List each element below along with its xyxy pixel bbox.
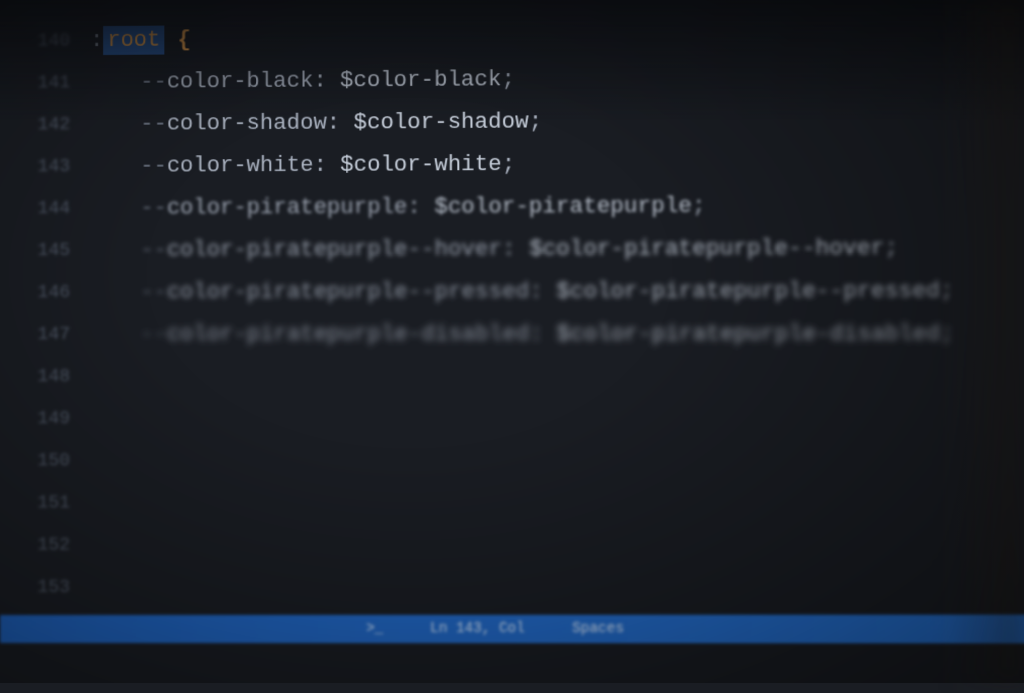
colon: : bbox=[529, 279, 556, 304]
line-number: 149 bbox=[38, 398, 70, 440]
line-number: 151 bbox=[37, 482, 70, 524]
line-number: 143 bbox=[38, 146, 70, 188]
css-var-prefix: -- bbox=[140, 111, 167, 136]
line-number: 147 bbox=[38, 314, 70, 356]
code-line-property: --color-white: $color-white; bbox=[90, 141, 1024, 188]
colon: : bbox=[407, 195, 434, 220]
code-line-property: --color-black: $color-black; bbox=[90, 55, 1024, 104]
scss-variable: $color-piratepurple-disabled bbox=[556, 322, 940, 348]
colon: : bbox=[502, 237, 529, 262]
css-var-prefix: -- bbox=[140, 154, 167, 179]
code-line-property: --color-piratepurple: $color-piratepurpl… bbox=[90, 184, 1024, 230]
scss-variable: $color-piratepurple bbox=[434, 194, 692, 220]
css-var-prefix: -- bbox=[140, 70, 167, 95]
colon: : bbox=[313, 153, 340, 178]
scss-variable: $color-black bbox=[340, 67, 501, 93]
colon: : bbox=[529, 322, 556, 347]
css-property: color-piratepurple-disabled bbox=[167, 322, 530, 347]
code-line-property: --color-shadow: $color-shadow; bbox=[90, 98, 1024, 146]
open-brace: { bbox=[164, 27, 191, 52]
scss-variable: $color-piratepurple--hover bbox=[529, 236, 884, 262]
code-line-property: --color-piratepurple--pressed: $color-pi… bbox=[90, 270, 1024, 314]
scss-variable: $color-piratepurple--pressed bbox=[556, 279, 940, 305]
line-number-gutter: 140 141 142 143 144 145 146 147 148 149 … bbox=[0, 0, 90, 685]
css-property: color-white bbox=[167, 153, 314, 179]
line-number: 153 bbox=[37, 567, 70, 609]
semicolon: ; bbox=[940, 322, 954, 348]
code-line-property: --color-piratepurple--hover: $color-pira… bbox=[90, 227, 1024, 272]
line-number: 144 bbox=[38, 188, 70, 230]
code-line-property: --color-piratepurple-disabled: $color-pi… bbox=[90, 313, 1024, 356]
colon: : bbox=[327, 110, 354, 135]
semicolon: ; bbox=[884, 236, 898, 262]
css-var-prefix: -- bbox=[140, 322, 167, 347]
line-number: 152 bbox=[37, 524, 70, 566]
code-line-selector: :root { bbox=[90, 12, 1024, 62]
code-editor[interactable]: 140 141 142 143 144 145 146 147 148 149 … bbox=[0, 0, 1024, 693]
css-selector: root bbox=[103, 26, 164, 55]
code-content[interactable]: :root { --color-black: $color-black; --c… bbox=[90, 0, 1024, 693]
css-var-prefix: -- bbox=[140, 238, 167, 263]
line-number: 141 bbox=[38, 62, 70, 104]
css-property: color-shadow bbox=[167, 111, 327, 137]
semicolon: ; bbox=[501, 67, 515, 92]
scss-variable: $color-shadow bbox=[354, 109, 529, 135]
line-number: 142 bbox=[38, 104, 70, 146]
cursor-position[interactable]: Ln 143, Col bbox=[422, 621, 533, 637]
line-number: 150 bbox=[37, 440, 70, 482]
colon: : bbox=[313, 68, 340, 93]
line-number: 148 bbox=[38, 356, 70, 398]
css-property: color-piratepurple--pressed bbox=[167, 279, 529, 305]
semicolon: ; bbox=[692, 194, 706, 219]
semicolon: ; bbox=[502, 152, 516, 177]
css-property: color-piratepurple--hover bbox=[167, 237, 502, 263]
selector-colon: : bbox=[90, 28, 103, 53]
status-bar[interactable]: >_ Ln 143, Col Spaces bbox=[0, 615, 1024, 644]
css-property: color-black bbox=[167, 68, 314, 94]
line-number: 146 bbox=[38, 272, 70, 314]
terminal-icon[interactable]: >_ bbox=[358, 621, 391, 637]
line-number: 140 bbox=[38, 20, 70, 62]
semicolon: ; bbox=[529, 109, 543, 134]
css-var-prefix: -- bbox=[140, 196, 167, 221]
indent-info[interactable]: Spaces bbox=[564, 621, 632, 637]
scss-variable: $color-white bbox=[340, 152, 502, 178]
css-var-prefix: -- bbox=[140, 280, 167, 305]
semicolon: ; bbox=[940, 279, 954, 305]
css-property: color-piratepurple bbox=[167, 195, 408, 221]
line-number: 145 bbox=[38, 230, 70, 272]
